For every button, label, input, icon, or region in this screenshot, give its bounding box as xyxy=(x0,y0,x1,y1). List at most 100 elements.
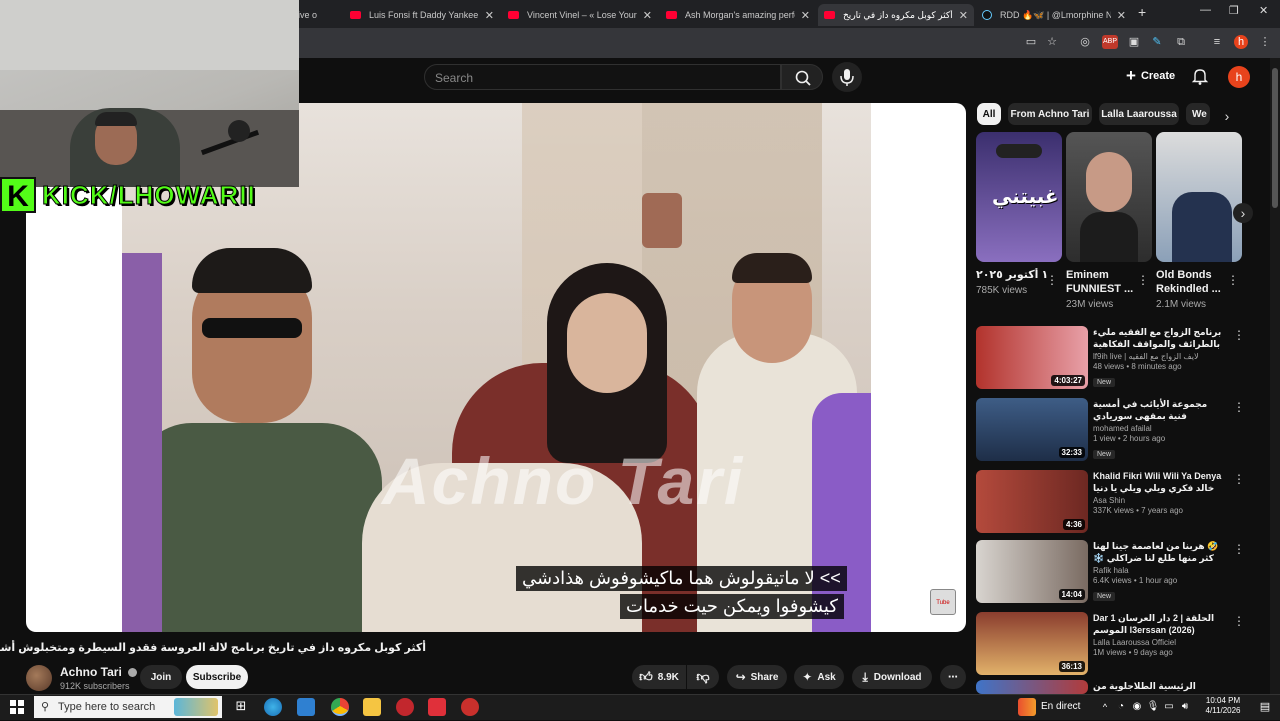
notification-center-icon[interactable]: ▤ xyxy=(1256,698,1274,716)
subscriber-count: 912K subscribers xyxy=(60,681,130,691)
voice-search-button[interactable] xyxy=(832,62,862,92)
recommended-video[interactable]: 36:13 Dar 1 الحلقة | 2 دار العرسان الموس… xyxy=(976,612,1266,676)
app-icon[interactable] xyxy=(396,698,414,716)
subtitle-line: كيشوفوا ويمكن حيت خدمات xyxy=(620,594,844,619)
subtitle-line: >> لا ماتيقولوش هما ماكيشوفوش هذادشي xyxy=(516,566,847,591)
edge-icon[interactable] xyxy=(264,698,282,716)
taskbar-clock[interactable]: 10:04 PM 4/11/2026 xyxy=(1198,696,1248,716)
subscribe-button[interactable]: Subscribe xyxy=(186,665,248,689)
more-options-icon[interactable]: ⋮ xyxy=(1233,614,1245,628)
bookmark-star-icon[interactable]: ☆ xyxy=(1045,35,1059,49)
new-tab-button[interactable]: + xyxy=(1138,4,1146,20)
person-face xyxy=(567,293,647,393)
close-window-button[interactable]: ✕ xyxy=(1259,4,1268,17)
create-button[interactable]: + Create xyxy=(1118,64,1182,88)
microphone-icon xyxy=(228,120,250,142)
browser-tab[interactable]: ive o xyxy=(292,4,342,26)
kick-channel-text: KICK/LHOWARII xyxy=(42,179,256,210)
search-input[interactable]: Search xyxy=(424,64,781,90)
more-options-icon[interactable]: ⋮ xyxy=(1046,273,1058,287)
face xyxy=(1086,152,1132,212)
new-badge: New xyxy=(1093,378,1116,387)
short-meta[interactable]: Eminem FUNNIEST ... 23M views xyxy=(1066,268,1136,310)
video-thumbnail: 36:13 xyxy=(976,612,1088,675)
more-options-icon[interactable]: ⋮ xyxy=(1233,328,1245,342)
app-icon[interactable] xyxy=(428,698,446,716)
share-button[interactable]: ↪ Share xyxy=(727,665,787,689)
recommended-video[interactable]: 14:04 🤣 هربنا من لعاصمة جينا لهنا كثر من… xyxy=(976,540,1266,604)
chrome-icon[interactable] xyxy=(331,698,349,716)
search-icon xyxy=(795,70,811,86)
dislike-button[interactable]: 👎︎ xyxy=(687,665,719,689)
notifications-button[interactable] xyxy=(1190,66,1210,86)
adblock-icon[interactable]: ABP xyxy=(1102,35,1118,49)
close-icon[interactable]: ✕ xyxy=(1117,9,1126,22)
translate-icon[interactable]: ✎ xyxy=(1150,35,1164,49)
channel-avatar[interactable] xyxy=(26,665,52,691)
recommended-video[interactable]: الرئيسية الطلاجلوية من التومة فاتيك نوك xyxy=(976,680,1266,694)
verified-icon xyxy=(128,668,138,678)
close-icon[interactable]: ✕ xyxy=(959,9,968,22)
browser-tab[interactable]: Vincent Vinel – « Lose Yourself ✕ xyxy=(502,4,658,26)
chip-all[interactable]: All xyxy=(977,103,1001,125)
more-options-icon[interactable]: ⋮ xyxy=(1233,472,1245,486)
channel-name[interactable]: Achno Tari xyxy=(60,665,138,679)
chevron-right-icon[interactable]: › xyxy=(1233,203,1253,223)
streamer-hair xyxy=(95,112,137,126)
app-icon[interactable] xyxy=(461,698,479,716)
short-thumbnail[interactable] xyxy=(1156,132,1242,262)
recommended-video[interactable]: 4:03:27 برنامج الزواج مع الفقيه مليء بال… xyxy=(976,326,1266,390)
puzzle-icon[interactable]: ⧉ xyxy=(1174,35,1188,49)
ask-button[interactable]: ✦ Ask xyxy=(794,665,844,689)
extension-icon[interactable]: ▣ xyxy=(1127,35,1141,49)
close-icon[interactable]: ✕ xyxy=(643,9,652,22)
taskbar-status-text: En direct xyxy=(1041,701,1081,712)
browser-tab[interactable]: RDD 🔥🦋 | @Lmorphine Next ✕ xyxy=(976,4,1132,26)
minimize-button[interactable]: — xyxy=(1200,4,1211,16)
browser-tab[interactable]: Ash Morgan's amazing perform ✕ xyxy=(660,4,816,26)
browser-tab-active[interactable]: أكثر كوبل مكروه داز في تاريخ ✕ xyxy=(818,4,974,26)
task-view-icon[interactable]: ⊞ xyxy=(232,698,250,716)
short-meta[interactable]: Old Bonds Rekindled ... 2.1M views xyxy=(1156,268,1226,310)
search-button[interactable] xyxy=(781,64,823,90)
reading-list-icon[interactable]: ≡ xyxy=(1210,35,1224,49)
weather-icon[interactable] xyxy=(1018,698,1036,716)
windows-start-button[interactable] xyxy=(8,698,26,716)
short-meta[interactable]: ١ أكتوبر ٢٠٢٥ 785K views xyxy=(976,268,1056,296)
more-options-icon[interactable]: ⋮ xyxy=(1233,400,1245,414)
scrollbar-thumb[interactable] xyxy=(1272,68,1278,208)
like-button[interactable]: 👍︎ 8.9K xyxy=(632,665,686,689)
file-explorer-icon[interactable] xyxy=(363,698,381,716)
taskbar-search-input[interactable]: ⚲ Type here to search xyxy=(34,696,222,718)
youtube-icon xyxy=(824,11,835,19)
short-thumbnail[interactable] xyxy=(1066,132,1152,262)
channel-badge-icon: Tube xyxy=(930,589,956,615)
download-button[interactable]: ⤓ Download xyxy=(852,665,932,689)
join-button[interactable]: Join xyxy=(140,665,182,689)
cast-icon[interactable]: ▭ xyxy=(1024,35,1038,49)
more-options-icon[interactable]: ⋮ xyxy=(1137,273,1149,287)
outlook-icon[interactable] xyxy=(297,698,315,716)
volume-icon[interactable]: 🔊︎ xyxy=(1176,698,1194,716)
maximize-button[interactable]: ❐ xyxy=(1229,4,1239,17)
more-actions-button[interactable]: ⋯ xyxy=(940,665,966,689)
chip-from-channel[interactable]: From Achno Tari xyxy=(1008,103,1092,125)
recommended-video[interactable]: 4:36 Khalid Fikri Wili Wili Ya Denya خال… xyxy=(976,470,1266,534)
extension-icon[interactable]: ◎ xyxy=(1078,35,1092,49)
thumbs-up-icon: 👍︎ xyxy=(639,669,653,684)
bell-icon xyxy=(1191,69,1209,85)
recommended-video[interactable]: 32:33 مجموعة الأيائب في أمسية فنية بمقهى… xyxy=(976,398,1266,462)
vase-decor xyxy=(642,193,682,248)
chip-lalla-laaroussa[interactable]: Lalla Laaroussa xyxy=(1099,103,1179,125)
more-options-icon[interactable]: ⋮ xyxy=(1233,542,1245,556)
browser-tab[interactable]: Luis Fonsi ft Daddy Yankee – D ✕ xyxy=(344,4,500,26)
more-options-icon[interactable]: ⋮ xyxy=(1227,273,1239,287)
chevron-right-icon[interactable]: › xyxy=(1222,108,1232,124)
account-avatar[interactable]: h xyxy=(1228,66,1250,88)
short-thumbnail[interactable]: غبيتني xyxy=(976,132,1062,262)
close-icon[interactable]: ✕ xyxy=(485,9,494,22)
menu-icon[interactable]: ⋮ xyxy=(1258,35,1272,49)
profile-icon[interactable]: h xyxy=(1234,35,1248,49)
close-icon[interactable]: ✕ xyxy=(801,9,810,22)
chip-more[interactable]: We xyxy=(1186,103,1210,125)
